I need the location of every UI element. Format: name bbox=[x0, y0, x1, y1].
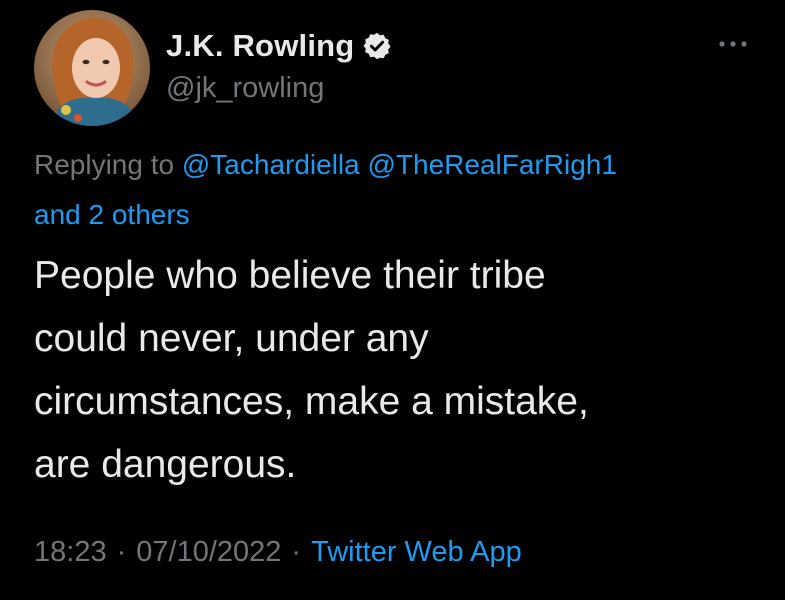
tweet-metadata: 18:23 · 07/10/2022 · Twitter Web App bbox=[34, 536, 522, 569]
replying-to-label: Replying to bbox=[34, 149, 175, 180]
tweet-time[interactable]: 18:23 bbox=[34, 536, 107, 569]
author-name-row[interactable]: J.K. Rowling bbox=[166, 26, 392, 66]
mention-link-tachardiella[interactable]: @Tachardiella bbox=[182, 149, 360, 180]
author-display-name[interactable]: J.K. Rowling bbox=[166, 28, 354, 64]
reply-context: Replying to @Tachardiella @TheRealFarRig… bbox=[34, 140, 754, 240]
avatar[interactable] bbox=[34, 10, 150, 126]
verified-badge-icon bbox=[362, 31, 392, 61]
mention-link-therealfarrigh1[interactable]: @TheRealFarRigh1 bbox=[368, 149, 617, 180]
more-options-icon[interactable] bbox=[716, 34, 750, 54]
meta-separator: · bbox=[116, 536, 127, 568]
meta-separator: · bbox=[291, 536, 302, 568]
profile-photo-image bbox=[34, 10, 150, 126]
tweet-body-text: People who believe their tribe could nev… bbox=[34, 254, 589, 486]
author-handle[interactable]: @jk_rowling bbox=[166, 72, 324, 105]
others-link[interactable]: and 2 others bbox=[34, 199, 190, 230]
tweet-source-link[interactable]: Twitter Web App bbox=[311, 536, 522, 569]
tweet-date[interactable]: 07/10/2022 bbox=[136, 536, 281, 569]
tweet-card: J.K. Rowling @jk_rowling Replying to @Ta… bbox=[0, 0, 785, 600]
